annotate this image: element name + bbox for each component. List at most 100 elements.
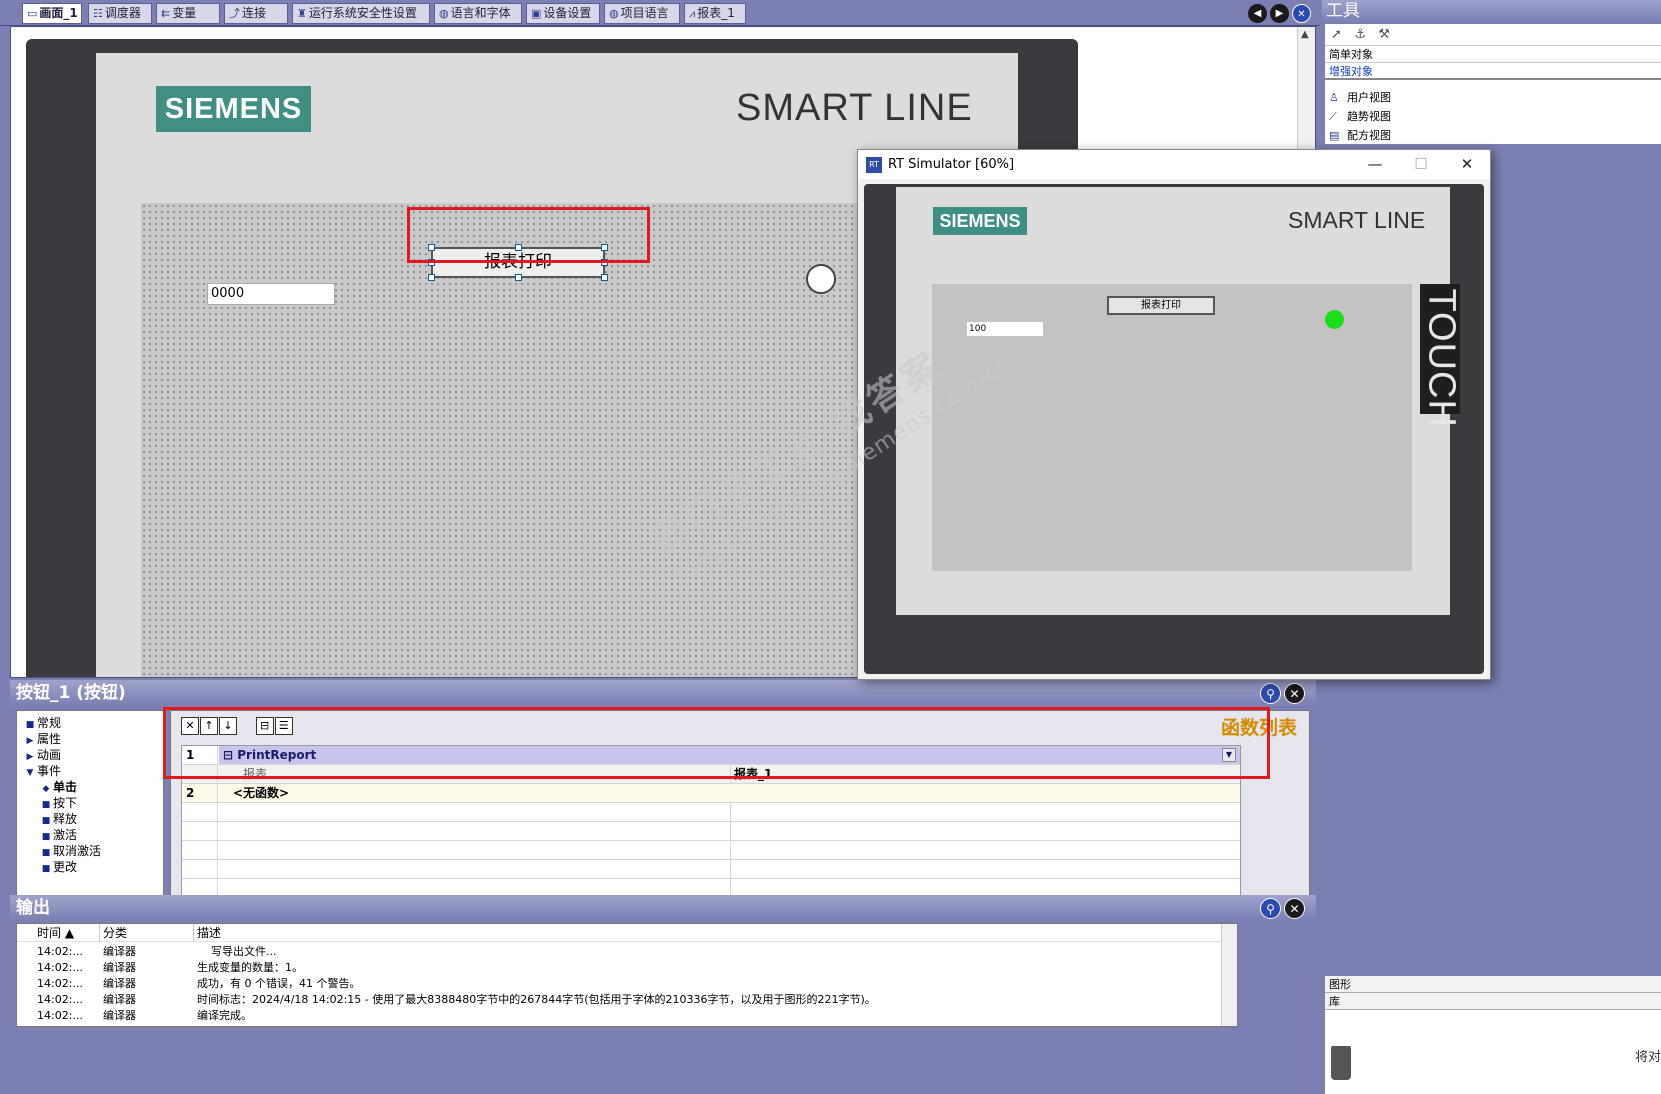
- tab-language-fonts[interactable]: ◍ 语言和字体: [434, 3, 522, 24]
- resize-handle[interactable]: [601, 274, 608, 281]
- output-row[interactable]: 14:02:... 编译器 成功，有 0 个错误，41 个警告。: [17, 976, 1237, 992]
- tools-title: 工具: [1322, 0, 1661, 22]
- tab-report-1[interactable]: ⩘ 报表_1: [684, 3, 746, 24]
- section-library[interactable]: 库: [1325, 993, 1661, 1010]
- screen-canvas[interactable]: 报表打印 0000: [141, 203, 901, 677]
- tab-project-languages[interactable]: ◍ 项目语言: [604, 3, 680, 24]
- simulator-hmi-bezel: SIEMENS SMART LINE 报表打印 100 TOUCH: [864, 184, 1484, 674]
- device-label: SMART LINE: [1288, 207, 1426, 233]
- maximize-icon[interactable]: ☐: [1398, 150, 1444, 179]
- tree-item-click[interactable]: ◆ 单击: [17, 779, 163, 795]
- output-row[interactable]: 14:02:... 编译器 生成变量的数量：1。: [17, 960, 1237, 976]
- touch-label-strip: TOUCH: [1420, 284, 1463, 428]
- tab-variables[interactable]: ⇇ 变量: [156, 3, 220, 24]
- highlight-box-function: [163, 707, 1270, 779]
- siemens-logo: SIEMENS: [933, 207, 1027, 235]
- security-icon: ♜: [297, 7, 307, 20]
- empty-row: [182, 822, 1240, 841]
- simulator-work-area: 报表打印 100: [932, 284, 1412, 571]
- output-panel: 输出 ⚲ ✕ 时间 ▲ 分类 描述 14:02:... 编译器 写导出文件... …: [10, 895, 1316, 1033]
- tools-icon[interactable]: ⚒: [1378, 27, 1390, 42]
- help-pin-icon[interactable]: ⚲: [1260, 898, 1281, 919]
- status-indicator: [1325, 310, 1344, 329]
- tree-item-press[interactable]: ■ 按下: [17, 795, 163, 811]
- tools-toolbar: ➚ ⚓ ⚒: [1325, 24, 1661, 46]
- highlight-box-button: [407, 207, 650, 263]
- close-panel-icon[interactable]: ✕: [1284, 898, 1305, 919]
- screen-icon: ▭: [27, 7, 38, 20]
- trend-view-icon: ⟋: [1329, 110, 1337, 123]
- tab-connections[interactable]: ⤴ 连接: [224, 3, 288, 24]
- minimize-icon[interactable]: —: [1352, 150, 1398, 179]
- tools-bottom-area: 图形 库 将对: [1325, 976, 1661, 1094]
- tree-item-events[interactable]: ▼ 事件: [17, 763, 163, 779]
- tree-item-general[interactable]: ■ 常规: [17, 715, 163, 731]
- tab-scroll-left-icon[interactable]: ◀: [1248, 4, 1267, 23]
- properties-title: 按钮_1 (按钮): [10, 680, 1316, 706]
- output-row[interactable]: 14:02:... 编译器 时间标志：2024/4/18 14:02:15 - 使用…: [17, 992, 1237, 1008]
- tree-item-animations[interactable]: ▶ 动画: [17, 747, 163, 763]
- variables-icon: ⇇: [161, 7, 171, 20]
- empty-row: [182, 803, 1240, 822]
- section-enhanced-objects[interactable]: 增强对象: [1325, 63, 1661, 80]
- print-report-button[interactable]: 报表打印: [1107, 296, 1215, 315]
- tree-item-activate[interactable]: ■ 激活: [17, 827, 163, 843]
- function-name: <无函数>: [219, 784, 1240, 802]
- tab-runtime-security[interactable]: ♜ 运行系统安全性设置: [292, 3, 430, 24]
- simulator-screen: SIEMENS SMART LINE 报表打印 100: [896, 187, 1450, 615]
- stamp-icon[interactable]: ⚓: [1354, 27, 1366, 42]
- device-icon: ▣: [531, 7, 542, 20]
- io-field[interactable]: 100: [967, 322, 1043, 336]
- resize-handle[interactable]: [428, 274, 435, 281]
- tab-screen-1[interactable]: ▭ 画面_1: [22, 3, 82, 24]
- tool-user-view[interactable]: ♙ 用户视图: [1325, 88, 1661, 107]
- tab-scheduler[interactable]: ☷ 调度器: [88, 3, 152, 24]
- help-pin-icon[interactable]: ⚲: [1260, 683, 1281, 704]
- output-list: 时间 ▲ 分类 描述 14:02:... 编译器 写导出文件... 14:02:.…: [16, 923, 1238, 1027]
- connections-icon: ⤴: [229, 7, 240, 20]
- tool-recipe-view[interactable]: ▤ 配方视图: [1325, 126, 1661, 145]
- output-row[interactable]: 14:02:... 编译器 写导出文件...: [17, 944, 1237, 960]
- output-title: 输出: [10, 895, 1316, 921]
- tab-scroll-right-icon[interactable]: ▶: [1270, 4, 1289, 23]
- scroll-up-icon[interactable]: ▲: [1301, 29, 1309, 40]
- globe-icon: ◍: [609, 7, 619, 20]
- tree-item-change[interactable]: ■ 更改: [17, 859, 163, 875]
- simulator-app-icon: RT: [866, 157, 882, 173]
- resize-handle[interactable]: [515, 274, 522, 281]
- tree-item-release[interactable]: ■ 释放: [17, 811, 163, 827]
- editor-tab-bar: ▭ 画面_1 ☷ 调度器 ⇇ 变量 ⤴ 连接 ♜ 运行系统安全性设置 ◍ 语言和字体 ▣ 设备…: [0, 0, 1320, 26]
- io-field[interactable]: 0000: [207, 283, 335, 305]
- section-graphics[interactable]: 图形: [1325, 976, 1661, 993]
- simulator-titlebar[interactable]: RT RT Simulator [60%] — ☐ ✕: [858, 150, 1490, 179]
- tree-item-deactivate[interactable]: ■ 取消激活: [17, 843, 163, 859]
- empty-row: [182, 841, 1240, 860]
- simulator-title: RT Simulator [60%]: [888, 157, 1015, 172]
- column-time[interactable]: 时间 ▲: [37, 924, 107, 942]
- circle-object[interactable]: [806, 264, 836, 294]
- siemens-logo: SIEMENS: [156, 86, 311, 132]
- column-description[interactable]: 描述: [197, 924, 1237, 942]
- globe-icon: ◍: [439, 7, 449, 20]
- user-view-icon: ♙: [1329, 91, 1339, 104]
- output-scrollbar[interactable]: [1221, 924, 1237, 1026]
- pointer-icon[interactable]: ➚: [1331, 27, 1342, 42]
- tool-trend-view[interactable]: ⟋ 趋势视图: [1325, 107, 1661, 126]
- tools-body: ➚ ⚓ ⚒ 简单对象 增强对象 ♙ 用户视图 ⟋ 趋势视图 ▤ 配方视图: [1325, 24, 1661, 144]
- column-category[interactable]: 分类: [103, 924, 193, 942]
- output-row[interactable]: 14:02:... 编译器 编译完成。: [17, 1008, 1237, 1024]
- section-simple-objects[interactable]: 简单对象: [1325, 46, 1661, 63]
- close-icon[interactable]: ✕: [1444, 150, 1490, 179]
- close-panel-icon[interactable]: ✕: [1284, 683, 1305, 704]
- function-row[interactable]: 2 <无函数>: [182, 784, 1240, 803]
- tab-device-settings[interactable]: ▣ 设备设置: [526, 3, 600, 24]
- touch-label: TOUCH: [1420, 288, 1463, 428]
- trash-icon[interactable]: [1331, 1046, 1351, 1080]
- scheduler-icon: ☷: [93, 7, 103, 20]
- report-icon: ⩘: [689, 7, 696, 20]
- recipe-view-icon: ▤: [1329, 129, 1340, 142]
- tree-item-properties[interactable]: ▶ 属性: [17, 731, 163, 747]
- close-tab-icon[interactable]: ✕: [1292, 4, 1311, 23]
- device-label: SMART LINE: [736, 87, 973, 129]
- output-header: 时间 ▲ 分类 描述: [17, 924, 1237, 942]
